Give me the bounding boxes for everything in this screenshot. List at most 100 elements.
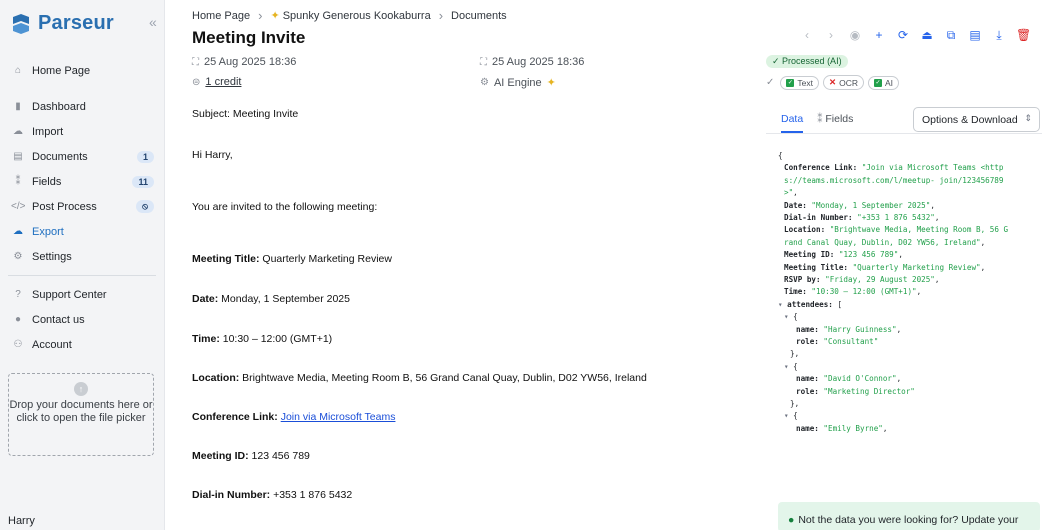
field-location: Location: Brightwave Media, Meeting Room… (192, 372, 647, 384)
json-row: name: "Harry Guinness", (796, 324, 902, 334)
gear-icon: ⚙ (13, 251, 23, 262)
processing-chips: ✓ ✓ Text ✕ OCR ✓ AI (766, 75, 900, 90)
sidebar-item-dashboard[interactable]: ▮ Dashboard (6, 94, 158, 119)
field-meeting-title: Meeting Title: Quarterly Marketing Revie… (192, 253, 392, 265)
email-greeting: Hi Harry, (192, 149, 233, 161)
add-icon[interactable]: + (872, 28, 886, 42)
credits-link[interactable]: 1 credit (205, 76, 241, 88)
next-icon[interactable]: › (824, 28, 838, 42)
fields-icon: ⁑ (15, 176, 21, 187)
json-row: Date: "Monday, 1 September 2025", (784, 200, 935, 210)
chat-icon: ● (14, 314, 22, 325)
json-row: { (778, 151, 783, 160)
page-title: Meeting Invite (192, 28, 306, 47)
email-subject: Subject: Meeting Invite (192, 108, 299, 120)
sidebar-divider (8, 275, 156, 276)
collapse-triangle-icon[interactable]: ▾ (778, 300, 787, 309)
cloud-icon: ☁ (13, 126, 23, 137)
sidebar-item-settings[interactable]: ⚙ Settings (6, 244, 158, 269)
json-row: ▾ { (784, 361, 798, 371)
sidebar-item-account[interactable]: ⚇ Account (6, 332, 158, 357)
sparkle-icon: ✦ (270, 10, 280, 22)
reprocess-icon[interactable]: ⟳ (896, 28, 910, 42)
sidebar-item-export[interactable]: ☁ Export (6, 219, 158, 244)
nav-secondary: ▮ Dashboard ☁ Import ▤ Documents 1 ⁑ Fields 11… (6, 94, 158, 357)
collapse-triangle-icon[interactable]: ▾ (784, 312, 793, 321)
json-row: s://teams.microsoft.com/l/meetup- join/1… (784, 175, 1004, 185)
json-row: Time: "10:30 – 12:00 (GMT+1)", (784, 287, 922, 297)
cross-icon: ✕ (828, 77, 837, 87)
json-row: role: "Marketing Director" (796, 386, 915, 396)
json-row: Meeting Title: "Quarterly Marketing Revi… (784, 262, 986, 272)
breadcrumb-home[interactable]: Home Page (192, 10, 250, 22)
sidebar-item-support-center[interactable]: ? Support Center (6, 282, 158, 307)
outbox-icon: ⛶ (480, 56, 487, 68)
document-icon: ▤ (13, 151, 23, 162)
received-date: ⛶ 25 Aug 2025 18:36 (192, 56, 297, 68)
export-cloud-icon: ☁ (13, 226, 23, 237)
sidebar-item-fields[interactable]: ⁑ Fields 11 (6, 169, 158, 194)
chevrons-left-icon[interactable]: « (149, 14, 157, 30)
parseur-logo-icon (13, 13, 29, 34)
json-row: Dial-in Number: "+353 1 876 5432", (784, 213, 940, 222)
copy-icon[interactable]: ⧉ (944, 28, 958, 42)
email-intro: You are invited to the following meeting… (192, 201, 378, 213)
file-dropzone[interactable]: ↑ Drop your documents here or click to o… (8, 373, 154, 456)
options-download-select[interactable]: Options & Download ⇕ (913, 107, 1040, 132)
users-icon: ⚇ (13, 339, 23, 350)
json-row: Conference Link: "Join via Microsoft Tea… (784, 163, 1004, 173)
check-box-icon: ✓ (786, 78, 795, 87)
post-process-disabled-badge: ⦸ (136, 200, 154, 213)
breadcrumb-mailbox[interactable]: ✦ Spunky Generous Kookaburra (270, 9, 430, 22)
breadcrumb-documents[interactable]: Documents (451, 10, 507, 22)
field-meeting-id: Meeting ID: 123 456 789 (192, 450, 310, 462)
info-icon: ● (788, 514, 795, 526)
sidebar-item-post-process[interactable]: </> Post Process ⦸ (6, 194, 158, 219)
json-row: ▾ { (784, 411, 798, 421)
json-row: ▾ attendees: [ (778, 299, 843, 309)
sidebar-item-contact-us[interactable]: ● Contact us (6, 307, 158, 332)
json-row: >", (784, 188, 798, 198)
sidebar: Parseur « ⌂ Home Page ▮ Dashboard ☁ Import … (0, 0, 165, 530)
tab-fields[interactable]: ⁑ Fields (817, 113, 853, 133)
brand-logo[interactable]: Parseur (10, 12, 114, 35)
tab-data[interactable]: Data (781, 113, 804, 133)
field-time: Time: 10:30 – 12:00 (GMT+1) (192, 333, 333, 345)
collapse-triangle-icon[interactable]: ▾ (784, 411, 793, 420)
inbox-icon: ⛶ (192, 56, 199, 68)
tabs-divider (766, 133, 1042, 134)
sidebar-item-import[interactable]: ☁ Import (6, 119, 158, 144)
json-row: }, (790, 399, 800, 408)
download-icon[interactable]: ⤓ (992, 28, 1006, 42)
document-icon[interactable]: ▤ (968, 28, 982, 42)
sparkle-icon: ✦ (546, 77, 556, 89)
field-dial-in: Dial-in Number: +353 1 876 5432 (192, 489, 353, 501)
json-row: role: "Consultant" (796, 337, 879, 346)
json-row: name: "David O'Connor", (796, 374, 902, 384)
field-conference-link: Conference Link: Join via Microsoft Team… (192, 411, 396, 423)
collapse-triangle-icon[interactable]: ▾ (784, 362, 793, 371)
trash-icon[interactable]: 🗑 (1016, 28, 1031, 42)
sidebar-item-documents[interactable]: ▤ Documents 1 (6, 144, 158, 169)
json-row: }, (790, 349, 800, 359)
info-notice: ● Not the data you were looking for? Upda… (778, 502, 1040, 530)
breadcrumb: Home Page › ✦ Spunky Generous Kookaburra… (192, 8, 507, 23)
house-icon: ⌂ (14, 65, 22, 76)
previous-icon[interactable]: ‹ (800, 28, 814, 42)
engine: ⚙ AI Engine ✦ (480, 76, 556, 90)
json-row: Meeting ID: "123 456 789", (784, 250, 903, 260)
conference-link[interactable]: Join via Microsoft Teams (281, 411, 396, 423)
nav-primary: ⌂ Home Page (6, 58, 158, 83)
eye-icon[interactable]: ◉ (848, 28, 862, 42)
user-name[interactable]: Harry (8, 515, 35, 527)
documents-count-badge: 1 (136, 150, 154, 163)
chevron-updown-icon: ⇕ (1024, 113, 1032, 123)
fields-icon: ⁑ (817, 113, 823, 125)
ocr-chip: ✕ OCR (822, 75, 864, 90)
dropzone-text: Drop your documents here or click to ope… (9, 399, 153, 424)
sidebar-item-home[interactable]: ⌂ Home Page (6, 58, 158, 83)
json-row: Location: "Brightwave Media, Meeting Roo… (784, 225, 1009, 235)
credits: ⊜ 1 credit (192, 76, 241, 88)
code-icon: </> (11, 201, 26, 212)
eject-icon[interactable]: ⏏ (920, 28, 934, 42)
